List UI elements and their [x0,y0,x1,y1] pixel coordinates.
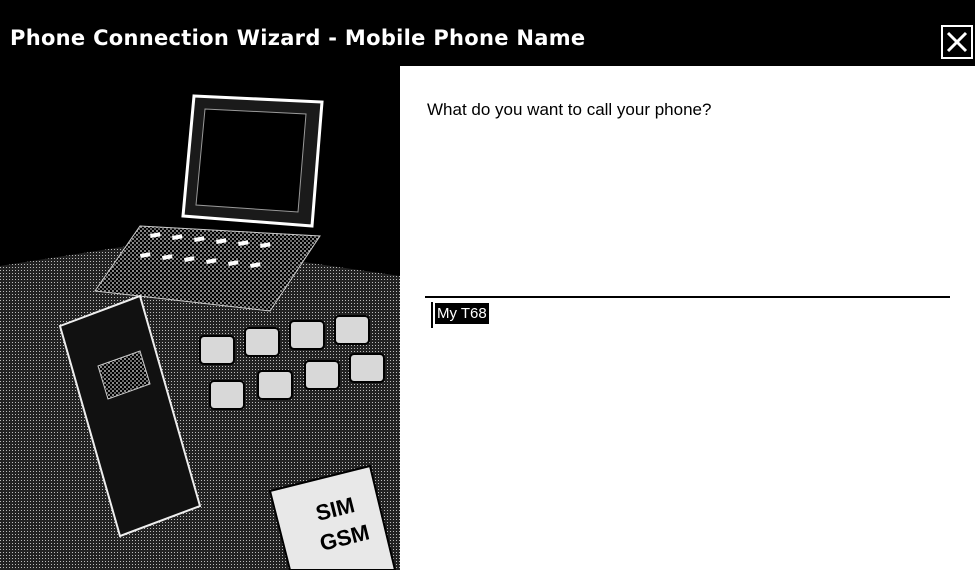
phone-name-input[interactable]: My T68 [427,300,947,330]
window-title: Phone Connection Wizard - Mobile Phone N… [10,26,586,50]
wizard-illustration: SIM GSM [0,66,400,570]
wizard-content: What do you want to call your phone? My … [400,66,975,570]
close-icon [946,31,968,53]
close-button[interactable] [941,25,973,59]
phone-name-question: What do you want to call your phone? [427,100,712,119]
phone-name-value: My T68 [435,303,489,324]
text-caret [431,302,433,328]
name-field-border [425,296,950,298]
title-bar: Phone Connection Wizard - Mobile Phone N… [0,0,975,66]
